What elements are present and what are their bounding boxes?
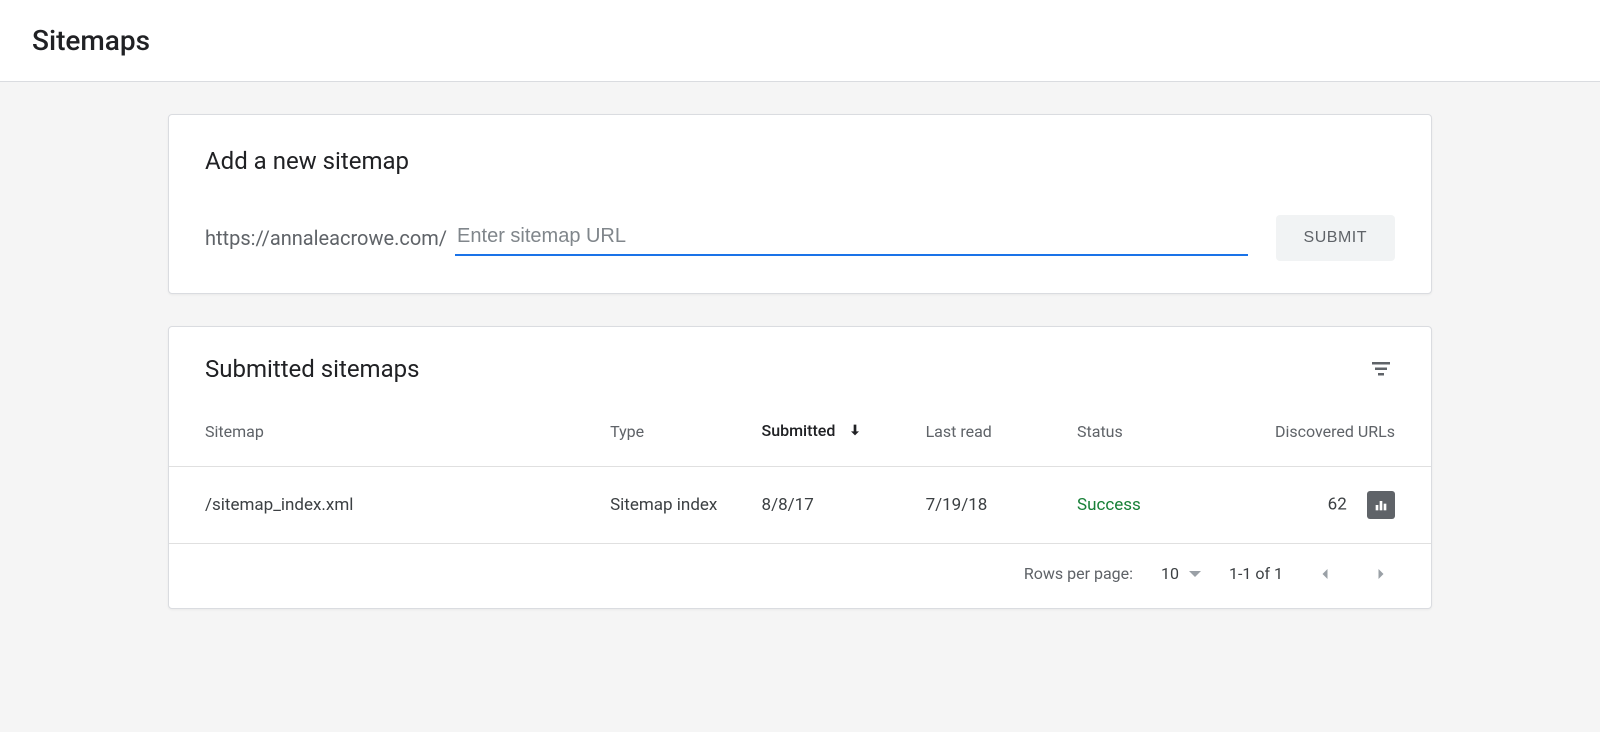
sitemap-url-input[interactable] xyxy=(455,221,1248,256)
cell-submitted: 8/8/17 xyxy=(750,466,914,543)
add-sitemap-card: Add a new sitemap https://annaleacrowe.c… xyxy=(168,114,1432,294)
submitted-sitemaps-card: Submitted sitemaps Sitemap Type Submitte… xyxy=(168,326,1432,609)
chevron-left-icon xyxy=(1315,564,1335,584)
sitemaps-table: Sitemap Type Submitted Last read Status … xyxy=(169,403,1431,544)
cell-last-read: 7/19/18 xyxy=(914,466,1065,543)
col-header-submitted-label: Submitted xyxy=(762,421,836,440)
col-header-submitted[interactable]: Submitted xyxy=(750,403,914,466)
col-header-type[interactable]: Type xyxy=(598,403,749,466)
bar-chart-icon xyxy=(1373,497,1389,513)
filter-icon xyxy=(1369,357,1393,381)
cell-status: Success xyxy=(1065,466,1216,543)
col-header-discovered[interactable]: Discovered URLs xyxy=(1216,403,1431,466)
view-chart-button[interactable] xyxy=(1367,491,1395,519)
table-row[interactable]: /sitemap_index.xml Sitemap index 8/8/17 … xyxy=(169,466,1431,543)
col-header-sitemap[interactable]: Sitemap xyxy=(169,403,598,466)
submitted-sitemaps-header: Submitted sitemaps xyxy=(169,327,1431,403)
next-page-button[interactable] xyxy=(1367,560,1395,588)
prev-page-button[interactable] xyxy=(1311,560,1339,588)
filter-button[interactable] xyxy=(1367,355,1395,383)
rows-per-page-select[interactable]: 10 xyxy=(1161,564,1201,583)
rows-per-page-value: 10 xyxy=(1161,564,1179,583)
col-header-last-read[interactable]: Last read xyxy=(914,403,1065,466)
cell-sitemap: /sitemap_index.xml xyxy=(169,466,598,543)
col-header-status[interactable]: Status xyxy=(1065,403,1216,466)
chevron-right-icon xyxy=(1371,564,1391,584)
table-pagination: Rows per page: 10 1-1 of 1 xyxy=(169,544,1431,608)
table-header-row: Sitemap Type Submitted Last read Status … xyxy=(169,403,1431,466)
cell-type: Sitemap index xyxy=(598,466,749,543)
cell-discovered: 62 xyxy=(1216,466,1431,543)
page-range: 1-1 of 1 xyxy=(1229,564,1283,583)
arrow-down-icon xyxy=(847,422,863,442)
site-url-prefix: https://annaleacrowe.com/ xyxy=(205,226,447,250)
submitted-sitemaps-title: Submitted sitemaps xyxy=(205,355,420,383)
add-sitemap-title: Add a new sitemap xyxy=(205,147,1395,175)
page-header: Sitemaps xyxy=(0,0,1600,82)
main-content: Add a new sitemap https://annaleacrowe.c… xyxy=(0,82,1600,673)
page-title: Sitemaps xyxy=(32,24,1568,57)
rows-per-page-label: Rows per page: xyxy=(1024,564,1133,583)
add-sitemap-input-row: https://annaleacrowe.com/ SUBMIT xyxy=(205,215,1395,261)
discovered-count: 62 xyxy=(1328,494,1347,514)
caret-down-icon xyxy=(1189,571,1201,577)
submit-button[interactable]: SUBMIT xyxy=(1276,215,1395,261)
